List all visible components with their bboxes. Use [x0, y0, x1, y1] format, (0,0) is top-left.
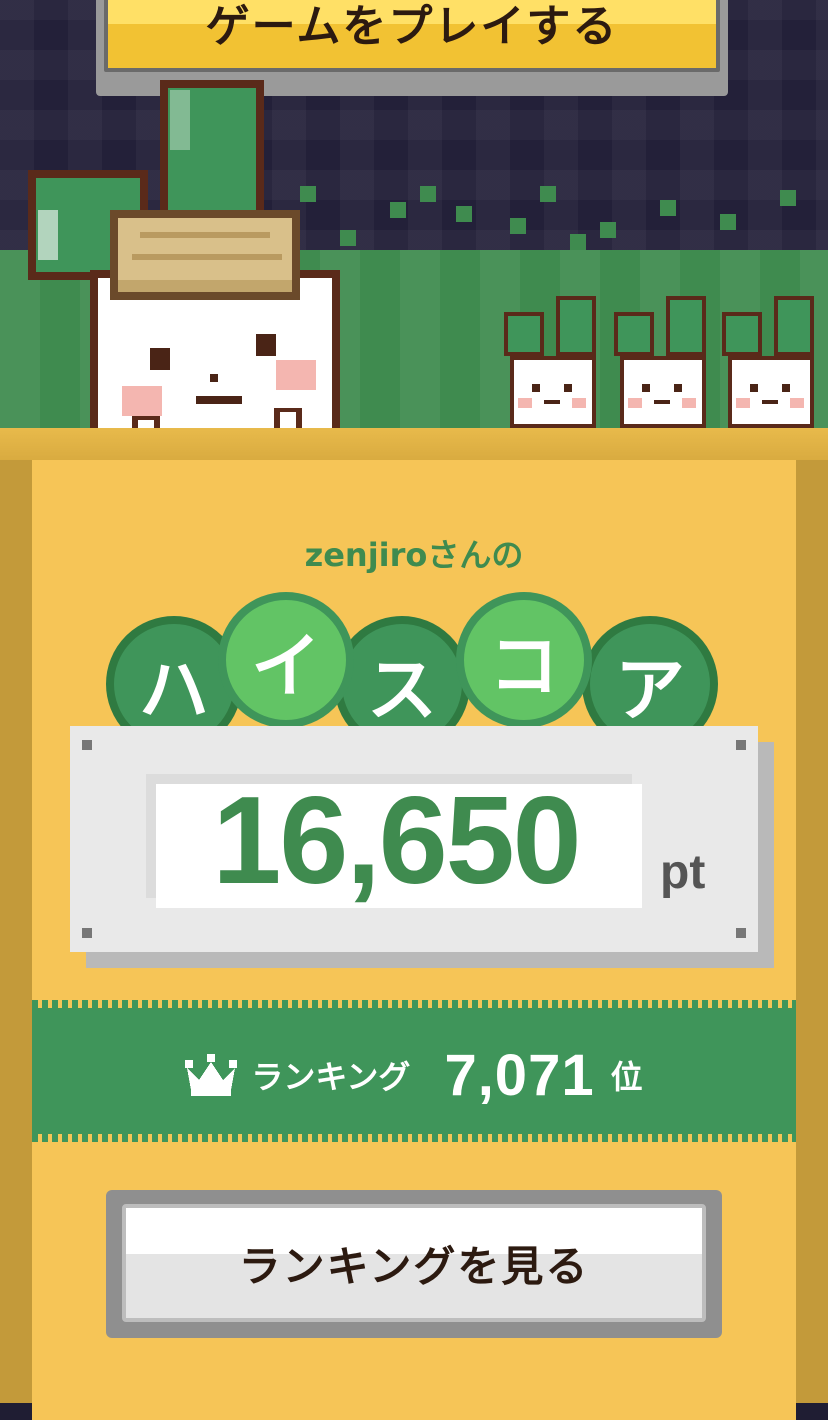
title-char-bubble: イ: [218, 592, 354, 728]
ranking-label: ランキング: [251, 1058, 411, 1096]
view-ranking-button-label[interactable]: ランキングを見る: [122, 1204, 706, 1322]
rivet-icon: [736, 740, 746, 750]
small-turnip-image: [722, 296, 814, 428]
small-turnip-image: [504, 296, 596, 428]
rivet-icon: [82, 740, 92, 750]
small-turnip-image: [614, 296, 706, 428]
score-unit: pt: [660, 846, 706, 899]
title-char-bubble: コ: [456, 592, 592, 728]
ranking-row: ランキング 7,071 位: [0, 1040, 828, 1110]
username-line: zenjiroさんの: [304, 536, 524, 574]
ranking-value: 7,071: [444, 1042, 595, 1108]
rivet-icon: [82, 928, 92, 938]
high-score-value: 16,650: [212, 772, 581, 910]
turnip-mascot-image: [28, 80, 340, 440]
game-scene-background: ゲームをプレイする: [0, 0, 828, 440]
crown-icon: [185, 1054, 238, 1096]
ranking-suffix: 位: [610, 1058, 643, 1096]
rivet-icon: [736, 928, 746, 938]
view-ranking-button[interactable]: ランキングを見る: [106, 1190, 722, 1338]
